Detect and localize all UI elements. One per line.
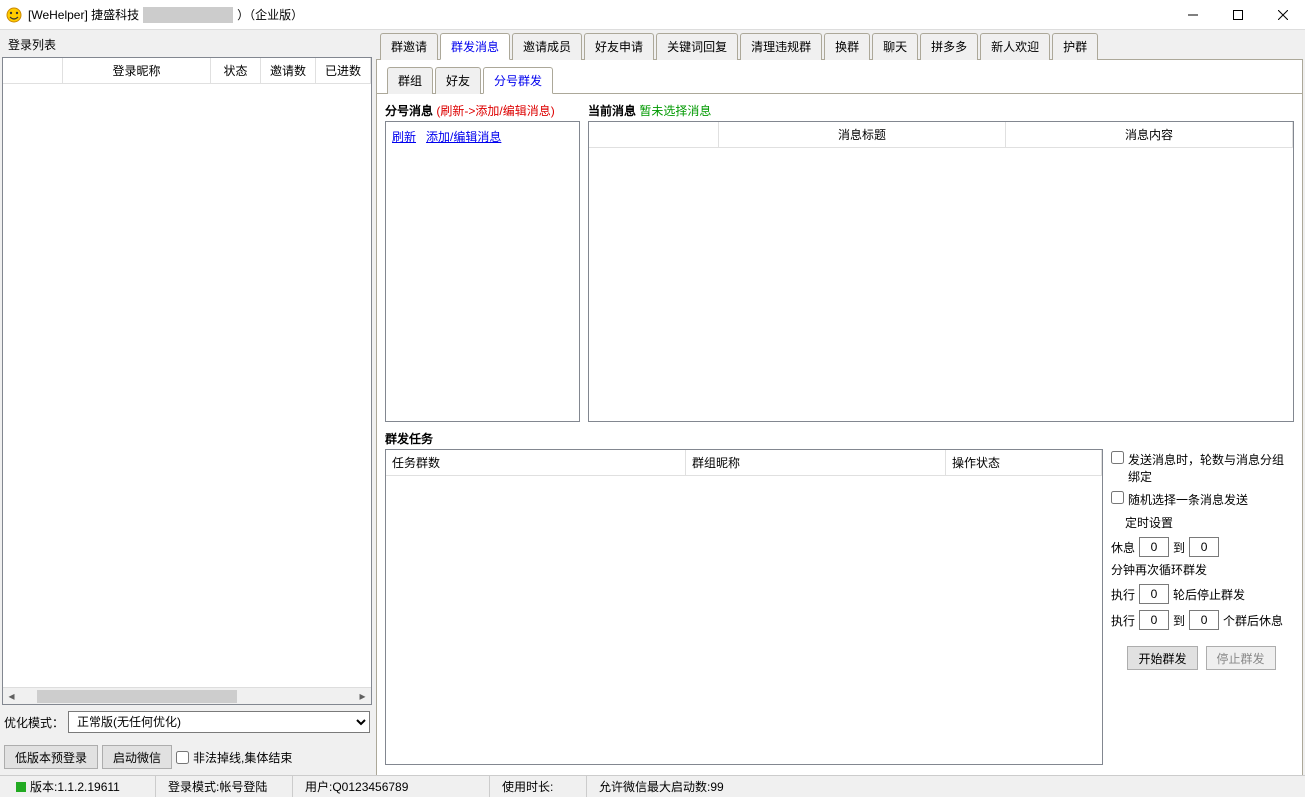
maximize-button[interactable] [1215, 0, 1260, 30]
exec-rounds-input[interactable] [1139, 584, 1169, 604]
start-broadcast-button[interactable]: 开始群发 [1127, 646, 1197, 670]
col-nickname: 登录昵称 [63, 58, 211, 83]
split-message-panel: 分号消息 (刷新->添加/编辑消息) 刷新 添加/编辑消息 [385, 102, 580, 422]
redacted-area [143, 7, 233, 23]
main-tab-10[interactable]: 护群 [1052, 33, 1098, 60]
stop-broadcast-button[interactable]: 停止群发 [1206, 646, 1276, 670]
current-message-panel: 当前消息 暂未选择消息 消息标题 消息内容 [588, 102, 1294, 422]
main-tab-8[interactable]: 拼多多 [920, 33, 978, 60]
task-col-status: 操作状态 [946, 450, 1102, 475]
split-msg-box[interactable]: 刷新 添加/编辑消息 [385, 121, 580, 422]
split-msg-label: 分号消息 [385, 104, 433, 118]
main-tab-6[interactable]: 换群 [824, 33, 870, 60]
random-msg-checkbox[interactable]: 随机选择一条消息发送 [1111, 491, 1292, 508]
status-mode: 登录模式:帐号登陆 [158, 776, 293, 797]
sub-tabs: 群组好友分号群发 [377, 60, 1302, 94]
exec-groups-from-input[interactable] [1139, 610, 1169, 630]
task-region: 群发任务 任务群数 群组昵称 操作状态 发送消息 [385, 430, 1294, 765]
refresh-link[interactable]: 刷新 [392, 130, 416, 144]
left-panel: 登录列表 登录昵称 状态 邀请数 已进数 ◂ ▸ 优化模式： 正常版(无任何优化… [2, 32, 372, 775]
msg-col-content: 消息内容 [1006, 122, 1293, 147]
task-col-group: 群组昵称 [686, 450, 946, 475]
login-list-body[interactable] [3, 84, 371, 687]
msg-col-blank [589, 122, 719, 147]
status-version: 版本:1.1.2.19611 [30, 778, 120, 795]
main-tab-9[interactable]: 新人欢迎 [980, 33, 1050, 60]
main-tab-2[interactable]: 邀请成员 [512, 33, 582, 60]
status-indicator-icon [16, 782, 26, 792]
titlebar: [WeHelper] 捷盛科技 ）（企业版） [0, 0, 1305, 30]
main-tab-0[interactable]: 群邀请 [380, 33, 438, 60]
login-list-scrollbar[interactable]: ◂ ▸ [3, 687, 371, 704]
app-icon [6, 7, 22, 23]
status-limit: 允许微信最大启动数:99 [589, 776, 734, 797]
opt-mode-select[interactable]: 正常版(无任何优化) [68, 711, 370, 733]
login-list-title: 登录列表 [2, 32, 372, 57]
msg-columns: 消息标题 消息内容 [589, 122, 1293, 148]
split-msg-hint: (刷新->添加/编辑消息) [436, 104, 554, 118]
scroll-right-icon[interactable]: ▸ [354, 688, 371, 705]
task-list[interactable]: 任务群数 群组昵称 操作状态 [385, 449, 1103, 765]
msg-col-title: 消息标题 [719, 122, 1006, 147]
sub-tab-2[interactable]: 分号群发 [483, 67, 553, 94]
window-title-b: ）（企业版） [237, 6, 303, 23]
main-tab-4[interactable]: 关键词回复 [656, 33, 738, 60]
main-tab-7[interactable]: 聊天 [872, 33, 918, 60]
edit-msg-link[interactable]: 添加/编辑消息 [426, 130, 501, 144]
sub-tab-1[interactable]: 好友 [435, 67, 481, 94]
status-bar: 版本:1.1.2.19611 登录模式:帐号登陆 用户:Q0123456789 … [0, 775, 1305, 797]
exec-groups-to-input[interactable] [1189, 610, 1219, 630]
rest-from-input[interactable] [1139, 537, 1169, 557]
timer-title: 定时设置 [1111, 514, 1292, 531]
current-msg-box[interactable]: 消息标题 消息内容 [588, 121, 1294, 422]
login-list-header: 登录昵称 状态 邀请数 已进数 [3, 58, 371, 84]
col-status: 状态 [211, 58, 261, 83]
offline-checkbox[interactable]: 非法掉线,集体结束 [176, 749, 292, 766]
message-region: 分号消息 (刷新->添加/编辑消息) 刷新 添加/编辑消息 当前消息 暂未选择消 [385, 102, 1294, 422]
window-title-a: [WeHelper] 捷盛科技 [28, 6, 139, 23]
current-msg-hint: 暂未选择消息 [639, 104, 711, 118]
status-user: 用户:Q0123456789 [295, 776, 490, 797]
close-button[interactable] [1260, 0, 1305, 30]
bind-rounds-checkbox[interactable]: 发送消息时，轮数与消息分组绑定 [1111, 451, 1292, 485]
main-tab-1[interactable]: 群发消息 [440, 33, 510, 60]
col-entered: 已进数 [316, 58, 371, 83]
task-col-count: 任务群数 [386, 450, 686, 475]
col-blank [3, 58, 63, 83]
minimize-button[interactable] [1170, 0, 1215, 30]
main-tab-5[interactable]: 清理违规群 [740, 33, 822, 60]
task-settings: 发送消息时，轮数与消息分组绑定 随机选择一条消息发送 定时设置 休息 到 [1109, 449, 1294, 765]
main-tab-3[interactable]: 好友申请 [584, 33, 654, 60]
task-columns: 任务群数 群组昵称 操作状态 [386, 450, 1102, 476]
subpanel: 分号消息 (刷新->添加/编辑消息) 刷新 添加/编辑消息 当前消息 暂未选择消 [377, 94, 1302, 773]
start-wechat-button[interactable]: 启动微信 [102, 745, 172, 769]
main-tabs: 群邀请群发消息邀请成员好友申请关键词回复清理违规群换群聊天拼多多新人欢迎护群 [376, 32, 1303, 60]
col-invites: 邀请数 [261, 58, 316, 83]
prelogin-button[interactable]: 低版本预登录 [4, 745, 98, 769]
offline-checkbox-input[interactable] [176, 751, 189, 764]
scroll-thumb[interactable] [37, 690, 237, 703]
current-msg-label: 当前消息 [588, 104, 636, 118]
login-list[interactable]: 登录昵称 状态 邀请数 已进数 ◂ ▸ [2, 57, 372, 705]
sub-tab-0[interactable]: 群组 [387, 67, 433, 94]
status-duration: 使用时长: [492, 776, 587, 797]
opt-mode-label: 优化模式： [4, 714, 64, 731]
right-panel: 群邀请群发消息邀请成员好友申请关键词回复清理违规群换群聊天拼多多新人欢迎护群 群… [376, 32, 1303, 775]
scroll-left-icon[interactable]: ◂ [3, 688, 20, 705]
task-title: 群发任务 [385, 432, 433, 446]
rest-to-input[interactable] [1189, 537, 1219, 557]
